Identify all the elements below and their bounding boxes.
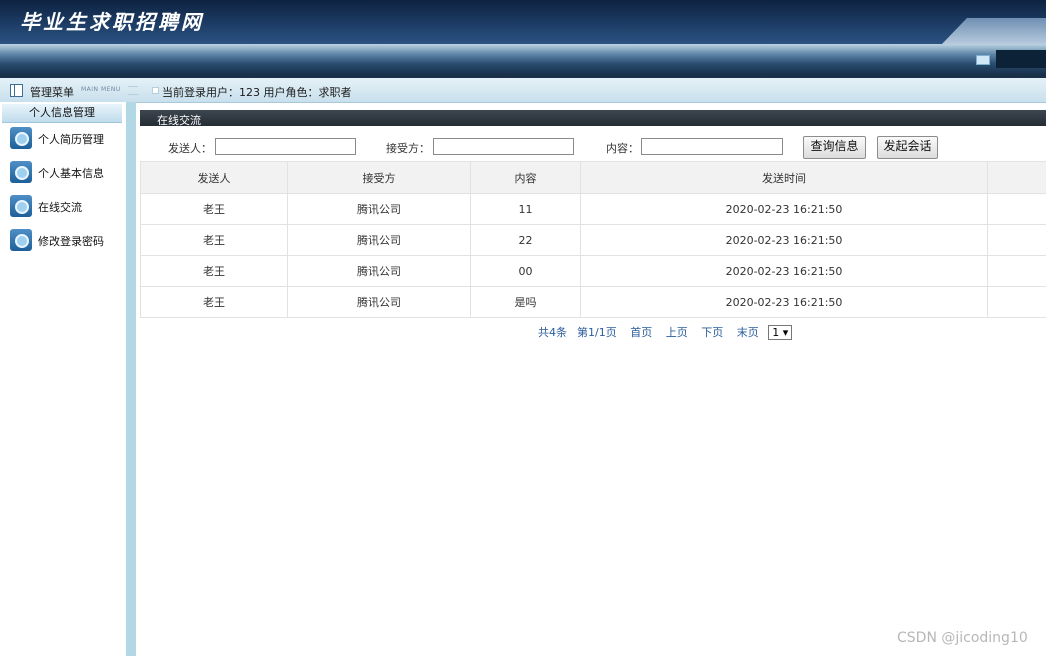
menu-title: 管理菜单 <box>30 86 74 99</box>
site-header: 毕业生求职招聘网 <box>0 0 1046 44</box>
monitor-icon[interactable] <box>976 55 990 65</box>
column-header: 接受方 <box>287 161 471 194</box>
table-row: 老王 腾讯公司 是吗 2020-02-23 16:21:50 <box>140 286 1046 318</box>
sidebar-item-resume[interactable]: 个人简历管理 <box>10 127 126 149</box>
receiver-input[interactable] <box>433 138 574 155</box>
menu-subtitle: MAIN MENU <box>81 86 121 93</box>
sidebar-item-label: 个人基本信息 <box>38 167 104 180</box>
menu-bar: 管理菜单 MAIN MENU 当前登录用户：123 用户角色：求职者 <box>0 78 1046 103</box>
pagination: 共4条 第1/1页 首页 上页 下页 末页 1 ▾ <box>538 324 802 340</box>
cell-sender: 老王 <box>140 193 288 225</box>
column-header: 内容 <box>470 161 581 194</box>
sidebar: 个人信息管理 个人简历管理 个人基本信息 在线交流 修改登录密码 <box>0 102 126 656</box>
menu-separator <box>128 86 138 95</box>
sidebar-item-online-chat[interactable]: 在线交流 <box>10 195 126 217</box>
cell-time: 2020-02-23 16:21:50 <box>580 224 988 256</box>
gear-icon <box>10 127 32 149</box>
login-status: 当前登录用户：123 用户角色：求职者 <box>162 86 352 99</box>
cell-action <box>987 255 1046 287</box>
page-select[interactable]: 1 ▾ <box>768 325 793 340</box>
cell-time: 2020-02-23 16:21:50 <box>580 193 988 225</box>
cell-receiver: 腾讯公司 <box>287 286 471 318</box>
panel-header: 在线交流 <box>140 110 1046 127</box>
cell-content: 11 <box>470 193 581 225</box>
header-decoration <box>942 18 1046 44</box>
search-form: 发送人： 接受方： 内容： 查询信息 发起会话 <box>140 128 1046 161</box>
gear-icon <box>10 161 32 183</box>
cell-content: 22 <box>470 224 581 256</box>
sender-input[interactable] <box>215 138 356 155</box>
cell-receiver: 腾讯公司 <box>287 193 471 225</box>
sidebar-group-title[interactable]: 个人信息管理 <box>2 104 122 123</box>
prev-page-link[interactable]: 上页 <box>666 326 688 339</box>
table-row: 老王 腾讯公司 11 2020-02-23 16:21:50 <box>140 193 1046 225</box>
content-label: 内容： <box>606 142 639 155</box>
sender-label: 发送人： <box>168 142 212 155</box>
column-header: 发送人 <box>140 161 288 194</box>
next-page-link[interactable]: 下页 <box>701 326 723 339</box>
cell-content: 是吗 <box>470 286 581 318</box>
cell-action <box>987 193 1046 225</box>
column-header <box>987 161 1046 194</box>
gear-icon <box>10 195 32 217</box>
cell-sender: 老王 <box>140 224 288 256</box>
query-button[interactable]: 查询信息 <box>803 136 866 159</box>
menu-icon <box>10 84 23 97</box>
table-header-row: 发送人 接受方 内容 发送时间 <box>140 161 1046 194</box>
cell-receiver: 腾讯公司 <box>287 224 471 256</box>
cell-receiver: 腾讯公司 <box>287 255 471 287</box>
page-info: 第1/1页 <box>577 326 617 339</box>
cell-action <box>987 286 1046 318</box>
nav-band <box>0 44 1046 74</box>
total-count: 共4条 <box>538 326 567 339</box>
last-page-link[interactable]: 末页 <box>737 326 759 339</box>
status-dot-icon <box>152 87 159 94</box>
gear-icon <box>10 229 32 251</box>
site-title: 毕业生求职招聘网 <box>20 10 204 34</box>
cell-action <box>987 224 1046 256</box>
sidebar-item-basic-info[interactable]: 个人基本信息 <box>10 161 126 183</box>
sidebar-item-label: 个人简历管理 <box>38 133 104 146</box>
receiver-label: 接受方： <box>386 142 430 155</box>
messages-table: 发送人 接受方 内容 发送时间 老王 腾讯公司 11 2020-02-23 16… <box>140 161 1046 318</box>
cell-content: 00 <box>470 255 581 287</box>
content-input[interactable] <box>641 138 783 155</box>
start-chat-button[interactable]: 发起会话 <box>877 136 938 159</box>
table-row: 老王 腾讯公司 00 2020-02-23 16:21:50 <box>140 255 1046 287</box>
cell-sender: 老王 <box>140 255 288 287</box>
nav-right-block <box>996 50 1046 68</box>
watermark: CSDN @jicoding10 <box>897 630 1028 646</box>
table-row: 老王 腾讯公司 22 2020-02-23 16:21:50 <box>140 224 1046 256</box>
cell-time: 2020-02-23 16:21:50 <box>580 255 988 287</box>
sidebar-item-change-password[interactable]: 修改登录密码 <box>10 229 126 251</box>
column-header: 发送时间 <box>580 161 988 194</box>
sidebar-item-label: 在线交流 <box>38 201 82 214</box>
sidebar-item-label: 修改登录密码 <box>38 235 104 248</box>
first-page-link[interactable]: 首页 <box>630 326 652 339</box>
panel-tab: 在线交流 <box>157 114 201 127</box>
cell-time: 2020-02-23 16:21:50 <box>580 286 988 318</box>
sidebar-splitter[interactable] <box>126 102 136 656</box>
cell-sender: 老王 <box>140 286 288 318</box>
